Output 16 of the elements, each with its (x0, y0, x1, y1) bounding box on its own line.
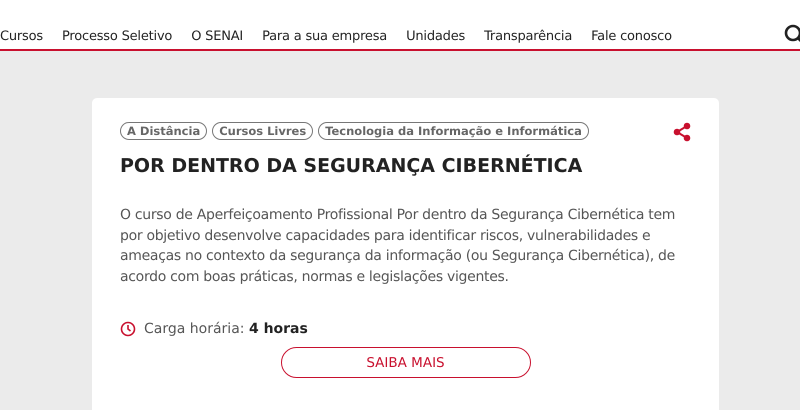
workload-text: Carga horária: 4 horas (144, 321, 308, 337)
category-tag[interactable]: Tecnologia da Informação e Informática (318, 122, 589, 140)
nav-link[interactable]: Cursos (0, 29, 43, 44)
nav-link[interactable]: Fale conosco (591, 29, 672, 44)
nav-link[interactable]: Transparência (484, 29, 572, 44)
clock-icon (120, 321, 136, 337)
category-tag[interactable]: A Distância (120, 122, 208, 140)
share-icon[interactable] (673, 122, 691, 142)
nav-link[interactable]: Unidades (406, 29, 466, 44)
nav-link[interactable]: O SENAI (191, 29, 244, 44)
learn-more-button[interactable]: SAIBA MAIS (280, 347, 530, 378)
category-tag[interactable]: Cursos Livres (212, 122, 314, 140)
course-description: O curso de Aperfeiçoamento Profissional Por dentro da Segurança Cibernética tem por objetivo desenvolve capacidades para identificar riscos, vulnerabilidades e ameaças no contexto da segurança da informação (ou Segurança Cibernética), de acordo com boas práticas, normas e legislações vigentes. (120, 206, 676, 286)
nav-link[interactable]: Processo Seletivo (62, 29, 172, 44)
course-title: POR DENTRO DA SEGURANÇA CIBERNÉTICA (120, 155, 584, 177)
nav-link[interactable]: Para a sua empresa (262, 29, 388, 44)
